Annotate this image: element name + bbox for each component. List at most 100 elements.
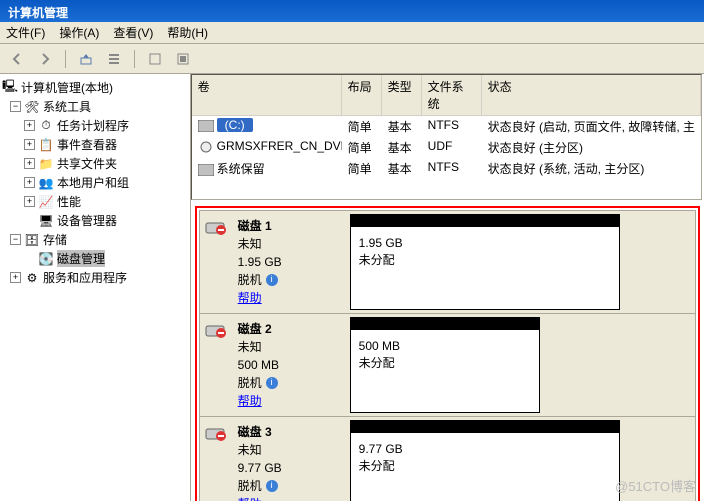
tree-performance[interactable]: +📈性能 — [2, 192, 188, 211]
info-icon[interactable]: i — [266, 274, 278, 286]
expand-icon[interactable]: + — [24, 177, 35, 188]
vol-layout: 简单 — [342, 138, 382, 157]
offline-disk-icon — [200, 314, 230, 416]
disk-bar-area: 9.77 GB未分配 — [350, 417, 695, 501]
vol-layout: 简单 — [342, 159, 382, 178]
volume-row[interactable]: (C:) 简单 基本 NTFS 状态良好 (启动, 页面文件, 故障转储, 主 — [192, 116, 701, 137]
volume-row[interactable]: 系统保留 简单 基本 NTFS 状态良好 (系统, 活动, 主分区) — [192, 158, 701, 179]
tree-storage[interactable]: −🗄存储 — [2, 230, 188, 249]
tree-local-users[interactable]: +👥本地用户和组 — [2, 173, 188, 192]
refresh-button[interactable] — [144, 48, 166, 70]
partition-size: 500 MB — [359, 338, 531, 355]
details-button[interactable] — [103, 48, 125, 70]
menu-file[interactable]: 文件(F) — [6, 24, 45, 41]
tools-icon: 🛠 — [24, 99, 40, 115]
vol-layout: 简单 — [342, 117, 382, 136]
disk-kind: 未知 — [238, 338, 342, 356]
disk-name: 磁盘 2 — [238, 320, 342, 338]
tree-label: 设备管理器 — [57, 212, 117, 229]
tree-event-viewer[interactable]: +📋事件查看器 — [2, 135, 188, 154]
up-button[interactable] — [75, 48, 97, 70]
menu-bar: 文件(F) 操作(A) 查看(V) 帮助(H) — [0, 22, 704, 44]
users-icon: 👥 — [38, 175, 54, 191]
help-link[interactable]: 帮助 — [238, 497, 262, 501]
tree-label: 系统工具 — [43, 98, 91, 115]
tree-label: 存储 — [43, 231, 67, 248]
expand-icon[interactable]: + — [24, 158, 35, 169]
volume-list[interactable]: 卷 布局 类型 文件系统 状态 (C:) 简单 基本 NTFS 状态良好 (启动… — [191, 74, 702, 200]
disk-bar-area: 500 MB未分配 — [350, 314, 695, 416]
drive-icon — [198, 164, 214, 176]
partition-stripe — [351, 215, 619, 227]
highlighted-disks: 磁盘 1未知1.95 GB脱机 i帮助1.95 GB未分配磁盘 2未知500 M… — [195, 206, 700, 501]
vol-label: GRMSXFRER_CN_DVD (D:) — [217, 139, 342, 153]
vol-status: 状态良好 (启动, 页面文件, 故障转储, 主 — [482, 117, 701, 136]
tree-label: 本地用户和组 — [57, 174, 129, 191]
disk-name: 磁盘 3 — [238, 423, 342, 441]
tree-root-label: 计算机管理(本地) — [21, 79, 113, 96]
tree-system-tools[interactable]: −🛠系统工具 — [2, 97, 188, 116]
folder-icon: 📁 — [38, 156, 54, 172]
help-link[interactable]: 帮助 — [238, 291, 262, 305]
col-volume[interactable]: 卷 — [192, 75, 342, 115]
collapse-icon[interactable]: − — [10, 234, 21, 245]
col-fs[interactable]: 文件系统 — [422, 75, 482, 115]
device-icon: 🖥 — [38, 213, 54, 229]
disk-partition[interactable]: 500 MB未分配 — [350, 317, 540, 413]
disk-bar-area: 1.95 GB未分配 — [350, 211, 695, 313]
vol-fs: NTFS — [422, 159, 482, 178]
vol-type: 基本 — [382, 159, 422, 178]
help-button[interactable] — [172, 48, 194, 70]
offline-disk-icon — [200, 417, 230, 501]
toolbar — [0, 44, 704, 74]
menu-help[interactable]: 帮助(H) — [167, 24, 208, 41]
storage-icon: 🗄 — [24, 232, 40, 248]
collapse-icon[interactable]: − — [10, 101, 21, 112]
drive-icon — [198, 120, 214, 132]
tree-panel[interactable]: 🖳计算机管理(本地) −🛠系统工具 +⏱任务计划程序 +📋事件查看器 +📁共享文… — [0, 74, 191, 501]
help-link[interactable]: 帮助 — [238, 394, 262, 408]
tree-label: 性能 — [57, 193, 81, 210]
col-type[interactable]: 类型 — [382, 75, 422, 115]
content-area: 🖳计算机管理(本地) −🛠系统工具 +⏱任务计划程序 +📋事件查看器 +📁共享文… — [0, 74, 704, 501]
volume-row[interactable]: GRMSXFRER_CN_DVD (D:) 简单 基本 UDF 状态良好 (主分… — [192, 137, 701, 158]
disk-panel[interactable]: 磁盘 1未知1.95 GB脱机 i帮助1.95 GB未分配磁盘 2未知500 M… — [191, 202, 704, 501]
tree-task-scheduler[interactable]: +⏱任务计划程序 — [2, 116, 188, 135]
expand-icon[interactable]: + — [24, 139, 35, 150]
offline-disk-icon — [200, 211, 230, 313]
tree-root[interactable]: 🖳计算机管理(本地) — [2, 78, 188, 97]
disk-partition[interactable]: 1.95 GB未分配 — [350, 214, 620, 310]
tree-label: 服务和应用程序 — [43, 269, 127, 286]
tree-services-apps[interactable]: +⚙服务和应用程序 — [2, 268, 188, 287]
perf-icon: 📈 — [38, 194, 54, 210]
expand-icon[interactable]: + — [24, 120, 35, 131]
back-button[interactable] — [6, 48, 28, 70]
forward-button[interactable] — [34, 48, 56, 70]
disk-kind: 未知 — [238, 441, 342, 459]
scheduler-icon: ⏱ — [38, 118, 54, 134]
computer-icon: 🖳 — [2, 80, 18, 96]
partition-size: 1.95 GB — [359, 235, 611, 252]
disk-row[interactable]: 磁盘 3未知9.77 GB脱机 i帮助9.77 GB未分配 — [199, 416, 696, 501]
tree-label-selected: 磁盘管理 — [57, 250, 105, 267]
tree-shared-folders[interactable]: +📁共享文件夹 — [2, 154, 188, 173]
expand-icon[interactable]: + — [24, 196, 35, 207]
menu-view[interactable]: 查看(V) — [113, 24, 153, 41]
col-layout[interactable]: 布局 — [342, 75, 382, 115]
menu-action[interactable]: 操作(A) — [59, 24, 99, 41]
tree-device-manager[interactable]: 🖥设备管理器 — [2, 211, 188, 230]
col-status[interactable]: 状态 — [482, 75, 701, 115]
info-icon[interactable]: i — [266, 377, 278, 389]
disk-size: 1.95 GB — [238, 253, 342, 271]
vol-fs: UDF — [422, 138, 482, 157]
tree-disk-management[interactable]: 💽磁盘管理 — [2, 249, 188, 268]
right-panel: 卷 布局 类型 文件系统 状态 (C:) 简单 基本 NTFS 状态良好 (启动… — [191, 74, 704, 501]
disk-partition[interactable]: 9.77 GB未分配 — [350, 420, 620, 501]
disk-row[interactable]: 磁盘 2未知500 MB脱机 i帮助500 MB未分配 — [199, 313, 696, 416]
disk-row[interactable]: 磁盘 1未知1.95 GB脱机 i帮助1.95 GB未分配 — [199, 210, 696, 313]
disk-name: 磁盘 1 — [238, 217, 342, 235]
expand-icon[interactable]: + — [10, 272, 21, 283]
tree-label: 任务计划程序 — [57, 117, 129, 134]
info-icon[interactable]: i — [266, 480, 278, 492]
disk-icon: 💽 — [38, 251, 54, 267]
